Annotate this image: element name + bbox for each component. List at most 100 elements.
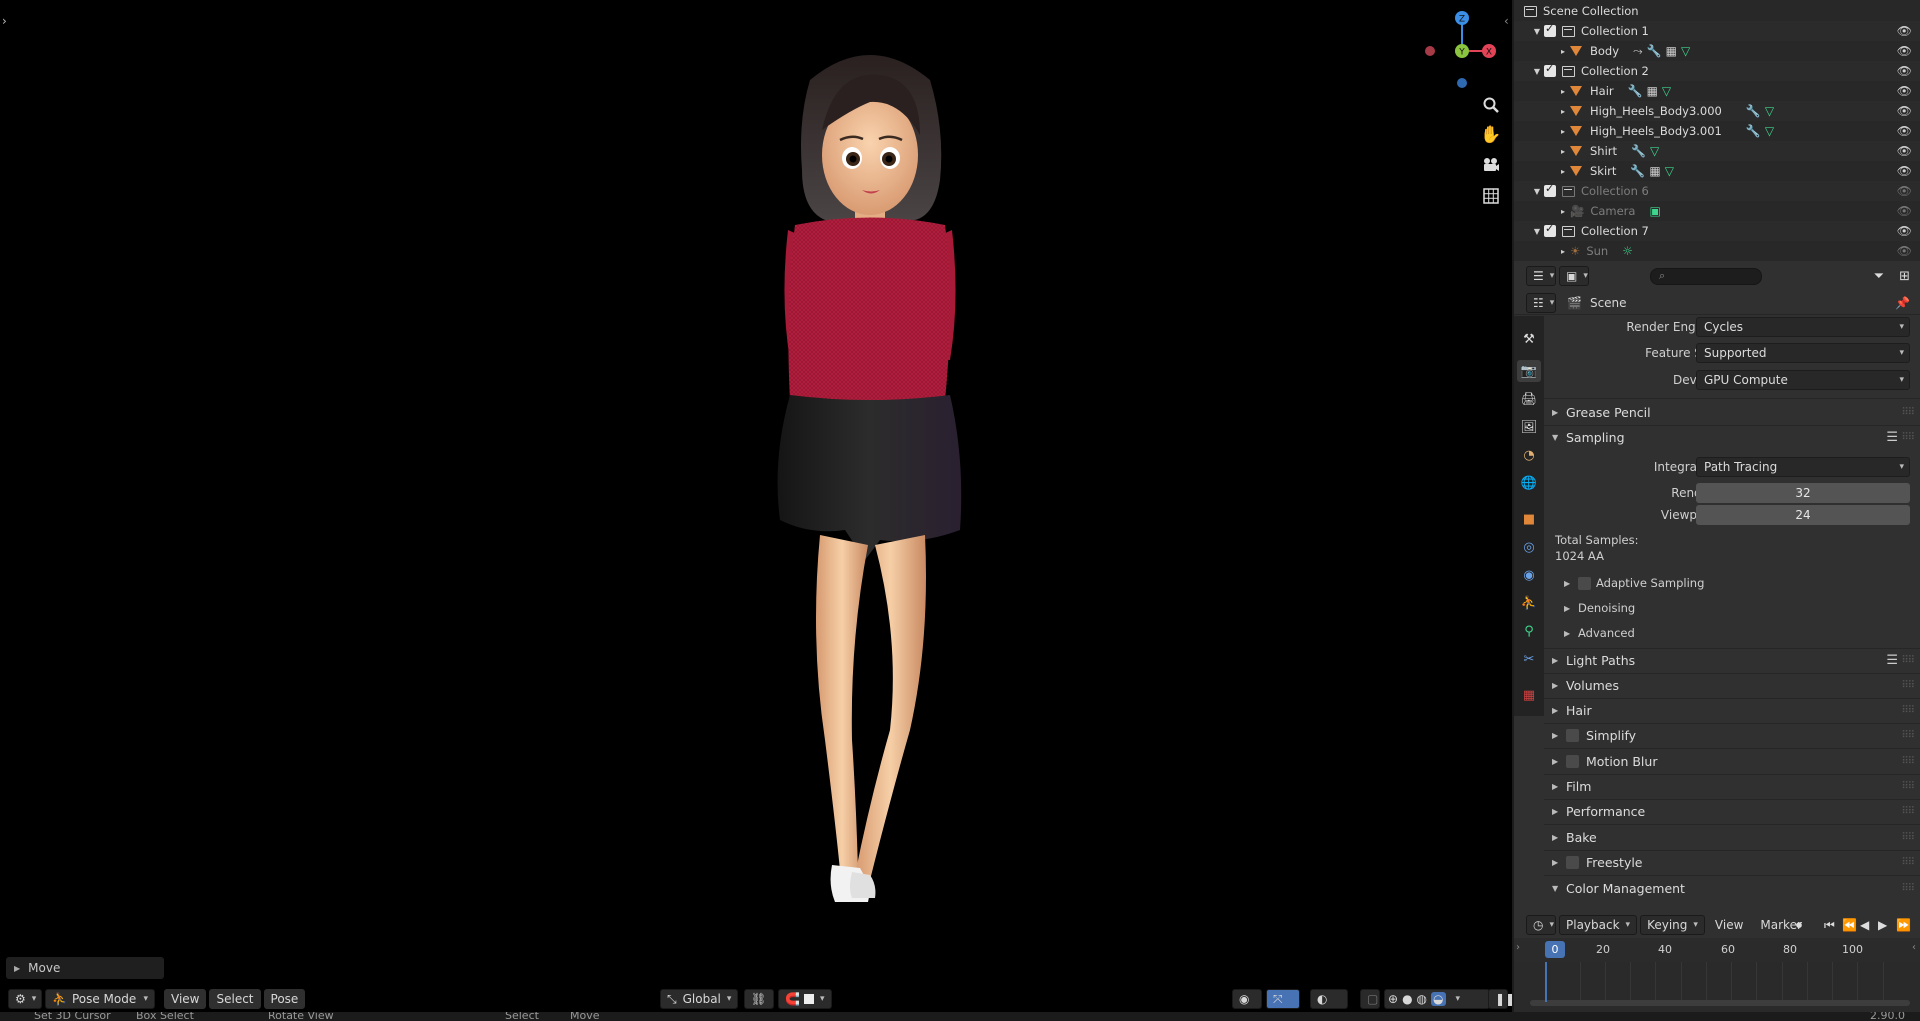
collapse-triangle-icon[interactable]: ▼	[1530, 187, 1544, 196]
modifier-wrench-icon[interactable]: 🔧	[1746, 124, 1761, 138]
outliner-row-shirt[interactable]: ▸ Shirt 🔧 ▽ 👁	[1514, 141, 1920, 161]
drag-handle-icon[interactable]: ⠿⠿	[1901, 407, 1915, 418]
exclude-checkbox[interactable]	[1544, 22, 1556, 37]
panel-hair[interactable]: ▶ Hair ⠿⠿	[1544, 698, 1920, 722]
display-mode-selector[interactable]: ☰ ▾	[1526, 266, 1556, 286]
render-tab-icon[interactable]: 📷	[1517, 360, 1541, 382]
panel-light-paths[interactable]: ▶ Light Paths ☰ ⠿⠿	[1544, 648, 1920, 672]
armature-constraint-icon[interactable]: ⤳	[1633, 44, 1643, 59]
timeline-area[interactable]	[1514, 962, 1920, 1012]
visibility-eye-icon[interactable]: 👁	[1897, 24, 1912, 38]
outliner-row-high-heels-body3-000[interactable]: ▸ High_Heels_Body3.000 🔧 ▽ 👁	[1514, 101, 1920, 121]
mesh-data-icon[interactable]: ▽	[1662, 84, 1671, 98]
modifier-wrench-icon[interactable]: 🔧	[1630, 164, 1645, 178]
filter-view-selector[interactable]: ▣ ▾	[1559, 266, 1589, 286]
expand-triangle-icon[interactable]: ▸	[1556, 207, 1570, 216]
view-layer-tab-icon[interactable]: 🖼	[1517, 416, 1541, 438]
panel-simplify[interactable]: ▶ Simplify ⠿⠿	[1544, 723, 1920, 747]
visibility-eye-icon[interactable]: 👁	[1897, 164, 1912, 178]
drag-handle-icon[interactable]: ⠿⠿	[1901, 432, 1915, 443]
outliner[interactable]: Scene Collection ▼Collection 1👁▸Body⤳🔧▦▽…	[1514, 0, 1920, 261]
playback-menu[interactable]: Playback ▾	[1559, 915, 1638, 935]
visibility-eye-icon[interactable]: 👁	[1897, 104, 1912, 118]
prev-keyframe-icon[interactable]: ⏪	[1842, 918, 1857, 932]
panel-bake[interactable]: ▶ Bake ⠿⠿	[1544, 825, 1920, 849]
material-shading-icon[interactable]: ◍	[1417, 992, 1427, 1006]
drag-handle-icon[interactable]: ⠿⠿	[1901, 806, 1915, 817]
mesh-data-icon[interactable]: ▽	[1765, 124, 1774, 138]
last-operator-panel[interactable]: ▶ Move	[6, 957, 164, 979]
outliner-row-sun[interactable]: ▸ ☀ Sun ☼ 👁	[1514, 241, 1920, 261]
pause-render-button[interactable]: ❚❚	[1488, 989, 1515, 1009]
presets-list-icon[interactable]: ☰	[1886, 430, 1898, 445]
visibility-eye-icon[interactable]: 👁	[1897, 184, 1912, 198]
visibility-eye-icon[interactable]: 👁	[1897, 124, 1912, 138]
subpanel-denoising[interactable]: ▶ Denoising	[1558, 597, 1908, 619]
drag-handle-icon[interactable]: ⠿⠿	[1901, 655, 1915, 666]
visibility-eye-icon[interactable]: 👁	[1897, 144, 1912, 158]
expand-triangle-icon[interactable]: ▸	[1556, 167, 1570, 176]
xray-toggle[interactable]: ▢	[1360, 989, 1380, 1009]
pose-menu[interactable]: Pose	[263, 989, 306, 1009]
mesh-data-icon[interactable]: ▽	[1765, 104, 1774, 118]
outliner-search-input[interactable]	[1650, 268, 1762, 285]
tool-tab-icon[interactable]: ⚒	[1517, 328, 1541, 350]
camera-data-icon[interactable]: ▣	[1649, 204, 1660, 218]
particles-tab-icon[interactable]: ◎	[1517, 536, 1541, 558]
current-frame-indicator[interactable]: 0	[1545, 941, 1565, 958]
panel-color-management[interactable]: ▼ Color Management ⠿⠿	[1544, 876, 1920, 900]
world-tab-icon[interactable]: 🌐	[1517, 472, 1541, 494]
object-tab-icon[interactable]: ■	[1517, 508, 1541, 530]
expand-triangle-icon[interactable]: ▸	[1556, 147, 1570, 156]
visibility-eye-icon[interactable]: 👁	[1897, 64, 1912, 78]
toolbar-expand-icon[interactable]: ›	[2, 14, 7, 28]
shading-modes[interactable]: ⊕ ● ◍ ◒ ▾	[1384, 989, 1490, 1009]
collapse-arrow-icon[interactable]: ‹	[1912, 942, 1916, 953]
panel-motion-blur[interactable]: ▶ Motion Blur ⠿⠿	[1544, 749, 1920, 773]
drag-handle-icon[interactable]: ⠿⠿	[1901, 883, 1915, 894]
solid-shading-icon[interactable]: ●	[1402, 992, 1412, 1006]
view-menu[interactable]: View	[164, 989, 207, 1009]
viewport-samples-field[interactable]: 24	[1696, 505, 1910, 525]
outliner-row-collection-1[interactable]: ▼ Collection 1 👁	[1514, 21, 1920, 41]
physics-tab-icon[interactable]: ◉	[1517, 564, 1541, 586]
drag-handle-icon[interactable]: ⠿⠿	[1901, 705, 1915, 716]
outliner-row-collection-7[interactable]: ▼ Collection 7 👁	[1514, 221, 1920, 241]
modifier-wrench-icon[interactable]: 🔧	[1631, 144, 1646, 158]
panel-sampling[interactable]: ▼ Sampling ☰ ⠿⠿	[1544, 425, 1920, 449]
subpanel-adaptive-sampling[interactable]: ▶ Adaptive Sampling	[1558, 572, 1908, 594]
record-icon[interactable]: ⏺	[1796, 918, 1802, 933]
integrator-select[interactable]: Path Tracing ▾	[1696, 457, 1910, 477]
gizmo-toggle[interactable]: ⤧	[1266, 989, 1300, 1009]
keying-menu[interactable]: Keying ▾	[1640, 915, 1705, 935]
outliner-row-collection-6[interactable]: ▼ Collection 6 👁	[1514, 181, 1920, 201]
collapse-triangle-icon[interactable]: ▼	[1530, 227, 1544, 236]
transform-orientation-selector[interactable]: ⤡ Global ▾	[660, 989, 738, 1009]
timeline-ruler[interactable]: › 0 20 40 60 80 100 ‹	[1514, 938, 1920, 962]
visibility-eye-icon[interactable]: 👁	[1897, 204, 1912, 218]
expand-arrow-icon[interactable]: ›	[1516, 942, 1520, 953]
new-collection-icon[interactable]: ⊞	[1899, 269, 1910, 284]
overlays-toggle[interactable]: ◐	[1310, 989, 1348, 1009]
bone-constraint-tab-icon[interactable]: ✂	[1517, 648, 1541, 670]
outliner-row-collection-2[interactable]: ▼ Collection 2 👁	[1514, 61, 1920, 81]
mesh-data-icon[interactable]: ▽	[1681, 44, 1690, 59]
visibility-eye-icon[interactable]: 👁	[1897, 224, 1912, 238]
expand-triangle-icon[interactable]: ▸	[1556, 247, 1570, 256]
timeline-scrollbar[interactable]	[1530, 1000, 1910, 1006]
pin-icon[interactable]: 📌	[1895, 296, 1910, 310]
next-keyframe-icon[interactable]: ⏩	[1896, 918, 1911, 932]
filter-icon[interactable]: ⏷	[1874, 269, 1884, 284]
presets-list-icon[interactable]: ☰	[1886, 653, 1898, 668]
object-constraint-tab-icon[interactable]: ⛹	[1517, 592, 1541, 614]
outliner-root-row[interactable]: Scene Collection	[1514, 1, 1920, 21]
modifier-wrench-icon[interactable]: 🔧	[1628, 84, 1643, 98]
motion-blur-checkbox[interactable]	[1566, 754, 1579, 768]
modifier-grid-icon[interactable]: ▦	[1666, 44, 1677, 59]
modifier-grid-icon[interactable]: ▦	[1647, 84, 1658, 98]
panel-volumes[interactable]: ▶ Volumes ⠿⠿	[1544, 673, 1920, 697]
object-data-tab-icon[interactable]: ⚲	[1517, 620, 1541, 642]
panel-performance[interactable]: ▶ Performance ⠿⠿	[1544, 799, 1920, 823]
mode-selector[interactable]: ⛹ Pose Mode ▾	[45, 989, 155, 1009]
exclude-checkbox[interactable]	[1544, 222, 1556, 237]
